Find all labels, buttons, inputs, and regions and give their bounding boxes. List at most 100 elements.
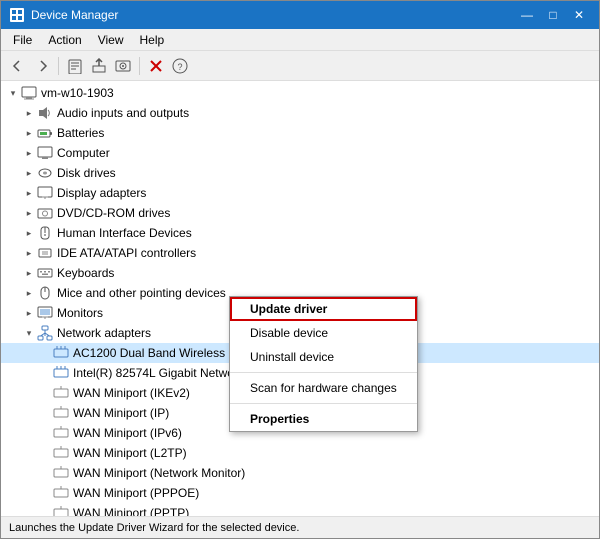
audio-label: Audio inputs and outputs: [57, 106, 189, 120]
expand-batteries[interactable]: [21, 125, 37, 141]
mice-label: Mice and other pointing devices: [57, 286, 226, 300]
expand-diskdrives[interactable]: [21, 165, 37, 181]
expand-computer[interactable]: [21, 145, 37, 161]
battery-icon: [37, 125, 53, 141]
tree-item-diskdrives[interactable]: Disk drives: [1, 163, 599, 183]
toolbar-sep-2: [139, 57, 140, 75]
wan-ipv6-icon: [53, 425, 69, 441]
tree-root-label: vm-w10-1903: [41, 86, 114, 100]
ctx-disable-device-label: Disable device: [250, 326, 328, 340]
expand-network[interactable]: [21, 325, 37, 341]
ctx-properties[interactable]: Properties: [230, 407, 417, 431]
tree-item-wan-l2tp[interactable]: WAN Miniport (L2TP): [1, 443, 599, 463]
tree-item-ide[interactable]: IDE ATA/ATAPI controllers: [1, 243, 599, 263]
tree-item-keyboards[interactable]: Keyboards: [1, 263, 599, 283]
wan-l2tp-icon: [53, 445, 69, 461]
title-bar: Device Manager — □ ✕: [1, 1, 599, 29]
tree-item-wan-monitor[interactable]: WAN Miniport (Network Monitor): [1, 463, 599, 483]
tree-item-display[interactable]: Display adapters: [1, 183, 599, 203]
ctx-scan[interactable]: Scan for hardware changes: [230, 376, 417, 400]
expand-keyboards[interactable]: [21, 265, 37, 281]
expand-audio[interactable]: [21, 105, 37, 121]
computer-icon: [21, 85, 37, 101]
tree-item-hid[interactable]: Human Interface Devices: [1, 223, 599, 243]
expand-wan-ikev2: [37, 385, 53, 401]
wan-monitor-label: WAN Miniport (Network Monitor): [73, 466, 245, 480]
expand-root[interactable]: [5, 85, 21, 101]
batteries-label: Batteries: [57, 126, 104, 140]
tree-item-wan-pppoe[interactable]: WAN Miniport (PPPOE): [1, 483, 599, 503]
svg-text:?: ?: [177, 62, 182, 72]
ctx-update-driver-label: Update driver: [250, 302, 327, 316]
menu-bar: File Action View Help: [1, 29, 599, 51]
wan-ip-icon: [53, 405, 69, 421]
expand-dvd[interactable]: [21, 205, 37, 221]
title-bar-controls: — □ ✕: [515, 5, 591, 25]
tree-item-computer[interactable]: Computer: [1, 143, 599, 163]
close-button[interactable]: ✕: [567, 5, 591, 25]
display-label: Display adapters: [57, 186, 146, 200]
title-bar-left: Device Manager: [9, 7, 118, 23]
monitors-label: Monitors: [57, 306, 103, 320]
ctx-update-driver[interactable]: Update driver: [230, 297, 417, 321]
hid-label: Human Interface Devices: [57, 226, 192, 240]
wan-pppoe-icon: [53, 485, 69, 501]
toolbar-properties-btn[interactable]: [64, 55, 86, 77]
dvd-icon: [37, 205, 53, 221]
wan-ip-label: WAN Miniport (IP): [73, 406, 169, 420]
toolbar-scan-btn[interactable]: [112, 55, 134, 77]
wan-pptp-label: WAN Miniport (PPTP): [73, 506, 189, 516]
expand-wan-ip: [37, 405, 53, 421]
expand-wan-pptp: [37, 505, 53, 516]
tree-item-audio[interactable]: Audio inputs and outputs: [1, 103, 599, 123]
main-content: vm-w10-1903 Audio inputs and outputs Bat…: [1, 81, 599, 516]
menu-help[interactable]: Help: [132, 31, 173, 49]
context-menu: Update driver Disable device Uninstall d…: [229, 296, 418, 432]
ctx-uninstall-device-label: Uninstall device: [250, 350, 334, 364]
computer-label: Computer: [57, 146, 110, 160]
ctx-disable-device[interactable]: Disable device: [230, 321, 417, 345]
ctx-scan-label: Scan for hardware changes: [250, 381, 397, 395]
expand-wan-monitor: [37, 465, 53, 481]
minimize-button[interactable]: —: [515, 5, 539, 25]
expand-display[interactable]: [21, 185, 37, 201]
diskdrives-label: Disk drives: [57, 166, 116, 180]
toolbar-sep-1: [58, 57, 59, 75]
mouse-icon: [37, 285, 53, 301]
expand-mice[interactable]: [21, 285, 37, 301]
expand-monitors[interactable]: [21, 305, 37, 321]
display-icon: [37, 185, 53, 201]
device-manager-window: Device Manager — □ ✕ File Action View He…: [0, 0, 600, 539]
expand-hid[interactable]: [21, 225, 37, 241]
menu-file[interactable]: File: [5, 31, 40, 49]
menu-view[interactable]: View: [90, 31, 132, 49]
keyboards-label: Keyboards: [57, 266, 114, 280]
status-text: Launches the Update Driver Wizard for th…: [9, 522, 299, 534]
toolbar-back-btn[interactable]: [7, 55, 29, 77]
maximize-button[interactable]: □: [541, 5, 565, 25]
toolbar: ?: [1, 51, 599, 81]
hid-icon: [37, 225, 53, 241]
wan-ikev2-icon: [53, 385, 69, 401]
toolbar-update-driver-btn[interactable]: [88, 55, 110, 77]
device-tree[interactable]: vm-w10-1903 Audio inputs and outputs Bat…: [1, 81, 599, 516]
tree-item-root[interactable]: vm-w10-1903: [1, 83, 599, 103]
toolbar-help-btn[interactable]: ?: [169, 55, 191, 77]
wan-pppoe-label: WAN Miniport (PPPOE): [73, 486, 199, 500]
computer-sm-icon: [37, 145, 53, 161]
tree-item-dvd[interactable]: DVD/CD-ROM drives: [1, 203, 599, 223]
disk-icon: [37, 165, 53, 181]
tree-item-wan-pptp[interactable]: WAN Miniport (PPTP): [1, 503, 599, 516]
wan-ipv6-label: WAN Miniport (IPv6): [73, 426, 182, 440]
window-icon: [9, 7, 25, 23]
menu-action[interactable]: Action: [40, 31, 89, 49]
dvd-label: DVD/CD-ROM drives: [57, 206, 170, 220]
ide-icon: [37, 245, 53, 261]
intel-net-icon: [53, 365, 69, 381]
tree-item-batteries[interactable]: Batteries: [1, 123, 599, 143]
toolbar-forward-btn[interactable]: [31, 55, 53, 77]
toolbar-uninstall-btn[interactable]: [145, 55, 167, 77]
expand-wan-pppoe: [37, 485, 53, 501]
expand-ide[interactable]: [21, 245, 37, 261]
ctx-uninstall-device[interactable]: Uninstall device: [230, 345, 417, 369]
